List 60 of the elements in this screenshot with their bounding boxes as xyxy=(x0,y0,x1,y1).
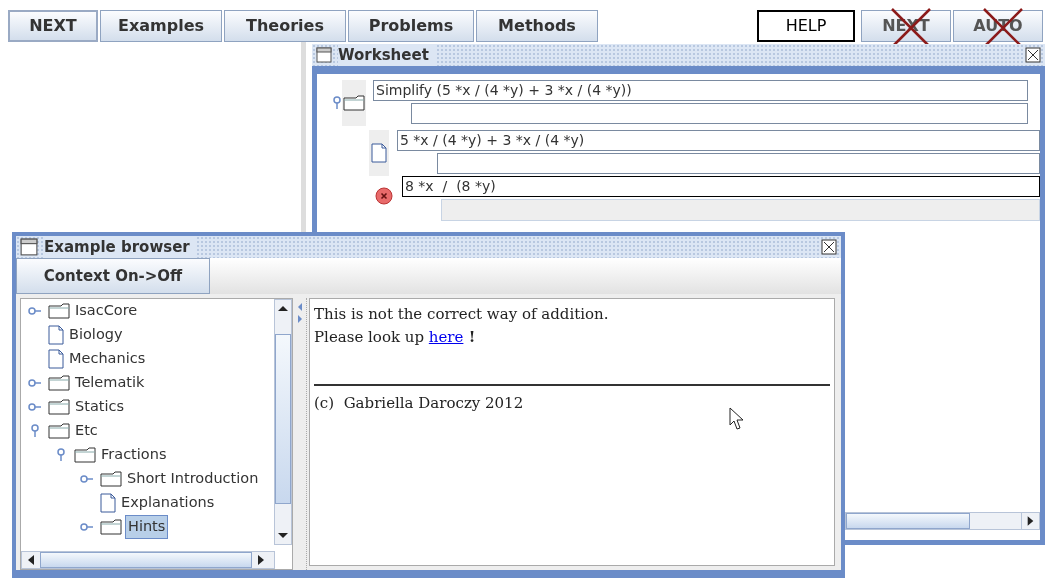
tree-item[interactable]: Explanations xyxy=(119,492,217,514)
tree-item[interactable]: Biology xyxy=(67,324,125,346)
toolbar-button[interactable]: NEXT xyxy=(8,10,98,42)
expander-icon[interactable] xyxy=(332,96,342,110)
tree-item[interactable]: Statics xyxy=(73,396,126,418)
window-title: Worksheet xyxy=(338,43,435,67)
document-icon xyxy=(371,143,387,163)
expander-icon[interactable] xyxy=(28,306,42,316)
folder-icon xyxy=(48,423,70,439)
window-icon xyxy=(20,238,38,256)
document-icon xyxy=(100,493,116,513)
context-button[interactable]: Context On->Off xyxy=(16,258,210,294)
horizontal-scrollbar[interactable] xyxy=(845,512,1040,530)
folder-icon xyxy=(100,519,122,535)
expander-icon[interactable] xyxy=(28,378,42,388)
folder-icon xyxy=(74,447,96,463)
message-text: Please look up here ! xyxy=(314,326,477,348)
toolbar-button[interactable]: Theories xyxy=(224,10,346,42)
formula-field[interactable]: Simplify (5 *x / (4 *y) + 3 *x / (4 *y)) xyxy=(373,80,1028,101)
formula-field[interactable]: 5 *x / (4 *y) + 3 *x / (4 *y) xyxy=(397,130,1040,151)
toolbar-button[interactable]: Examples xyxy=(100,10,222,42)
folder-icon xyxy=(48,375,70,391)
tree-item[interactable]: Mechanics xyxy=(67,348,148,370)
input-field[interactable] xyxy=(437,153,1040,174)
tree-item[interactable]: Hints xyxy=(125,515,169,539)
mouse-pointer-icon xyxy=(729,407,745,431)
toolbar-button[interactable]: Methods xyxy=(476,10,598,42)
tree-item[interactable]: Short Introduction xyxy=(125,468,261,490)
folder-icon xyxy=(48,303,70,319)
expander-icon[interactable] xyxy=(56,448,66,462)
folder-icon xyxy=(343,95,365,111)
error-icon xyxy=(375,187,393,205)
toolbar-button[interactable]: Problems xyxy=(348,10,474,42)
tree-item[interactable]: IsacCore xyxy=(73,300,140,322)
tree-item[interactable]: Telematik xyxy=(73,372,147,394)
window-title: Example browser xyxy=(44,235,196,259)
scrollbar-thumb[interactable] xyxy=(275,334,291,504)
scrollbar-thumb[interactable] xyxy=(846,513,970,529)
close-icon[interactable] xyxy=(1025,47,1041,63)
close-icon[interactable] xyxy=(821,239,837,255)
formula-field[interactable]: 8 *x / (8 *y) xyxy=(402,176,1040,197)
horizontal-scrollbar[interactable] xyxy=(21,551,275,569)
document-icon xyxy=(48,325,64,345)
expander-icon[interactable] xyxy=(80,522,94,532)
folder-icon xyxy=(48,399,70,415)
expander-icon[interactable] xyxy=(80,474,94,484)
expander-icon[interactable] xyxy=(28,402,42,412)
window-icon xyxy=(316,47,332,63)
link[interactable]: here xyxy=(428,327,464,346)
toolbar-button[interactable]: HELP xyxy=(757,10,855,42)
tree-item[interactable]: Etc xyxy=(73,420,100,442)
folder-icon xyxy=(100,471,122,487)
input-field[interactable] xyxy=(411,103,1028,124)
message-text: This is not the correct way of addition. xyxy=(314,304,610,325)
expander-icon[interactable] xyxy=(30,424,40,438)
scrollbar-thumb[interactable] xyxy=(40,552,252,568)
tree-item[interactable]: Fractions xyxy=(99,444,169,466)
vertical-scrollbar[interactable] xyxy=(274,299,292,545)
document-icon xyxy=(48,349,64,369)
copyright-text: (c) Gabriella Daroczy 2012 xyxy=(314,393,525,414)
